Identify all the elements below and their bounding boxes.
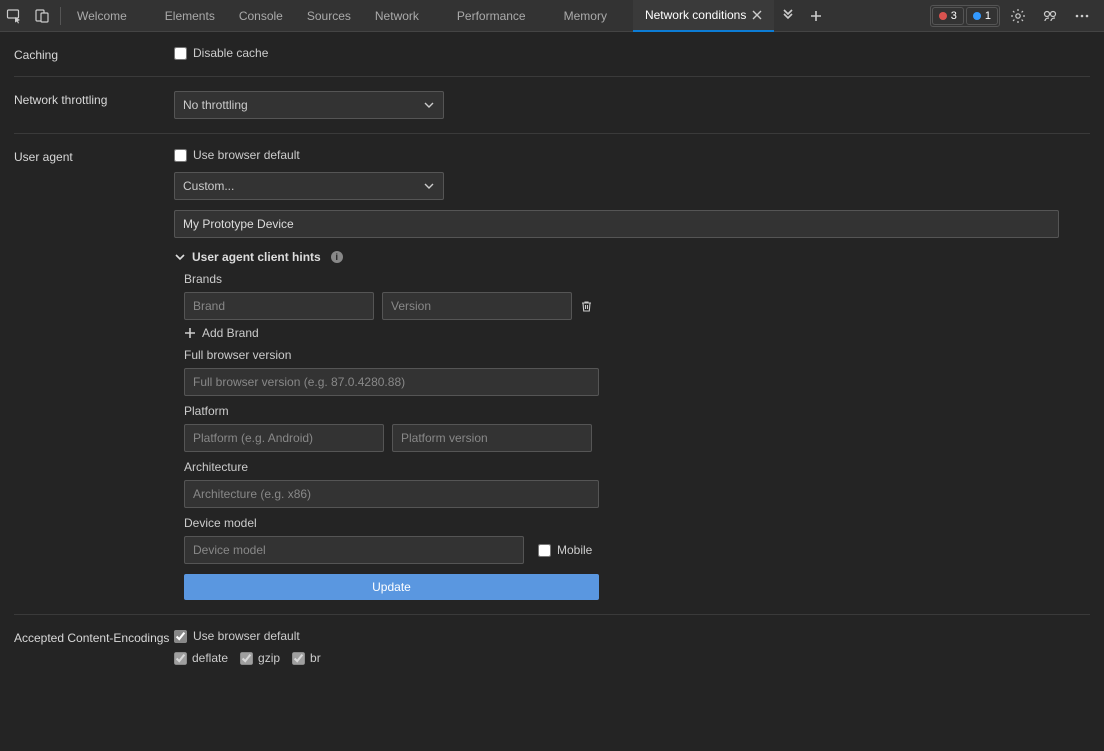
device-model-row: Mobile	[184, 536, 1090, 564]
disable-cache-checkbox-row[interactable]: Disable cache	[174, 46, 1090, 60]
tab-console[interactable]: Console	[227, 0, 295, 32]
ua-preset-select[interactable]: Custom...	[174, 172, 444, 200]
info-icon[interactable]: i	[331, 251, 343, 263]
deflate-label: deflate	[192, 651, 228, 665]
platform-row	[184, 424, 1090, 452]
tab-memory[interactable]: Memory	[552, 0, 619, 32]
user-agent-title: User agent	[14, 148, 174, 600]
topbar-right: 3 1	[930, 0, 1104, 32]
encodings-use-default-row[interactable]: Use browser default	[174, 629, 1090, 643]
encodings-title: Accepted Content-Encodings	[14, 629, 174, 665]
client-hints-section: User agent client hints i Brands	[174, 250, 1090, 600]
device-toggle-icon[interactable]	[28, 0, 56, 32]
add-brand-button[interactable]: Add Brand	[184, 326, 1090, 340]
throttling-title: Network throttling	[14, 91, 174, 119]
gzip-label: gzip	[258, 651, 280, 665]
tab-sources[interactable]: Sources	[295, 0, 363, 32]
gzip-checkbox[interactable]	[240, 652, 253, 665]
error-dot-icon	[939, 12, 947, 20]
console-counters[interactable]: 3 1	[930, 5, 1000, 27]
ua-use-default-checkbox[interactable]	[174, 149, 187, 162]
close-icon[interactable]	[752, 10, 762, 20]
brands-label: Brands	[184, 272, 1090, 286]
mobile-checkbox[interactable]	[538, 544, 551, 557]
update-button[interactable]: Update	[184, 574, 599, 600]
add-brand-label: Add Brand	[202, 326, 259, 340]
tab-welcome[interactable]: Welcome	[65, 0, 139, 32]
issues-badge[interactable]: 1	[966, 7, 998, 25]
br-checkbox[interactable]	[292, 652, 305, 665]
deflate-checkbox[interactable]	[174, 652, 187, 665]
trash-icon[interactable]	[580, 300, 596, 313]
throttling-select[interactable]: No throttling	[174, 91, 444, 119]
mobile-checkbox-row[interactable]: Mobile	[538, 543, 592, 557]
br-label: br	[310, 651, 321, 665]
chevron-down-icon	[423, 99, 435, 111]
disable-cache-label: Disable cache	[193, 46, 268, 60]
ua-string-input[interactable]	[174, 210, 1059, 238]
ua-use-default-label: Use browser default	[193, 148, 300, 162]
ua-use-default-row[interactable]: Use browser default	[174, 148, 1090, 162]
section-caching: Caching Disable cache	[14, 32, 1090, 77]
encodings-use-default-checkbox[interactable]	[174, 630, 187, 643]
tab-elements[interactable]: Elements	[153, 0, 227, 32]
section-encodings: Accepted Content-Encodings Use browser d…	[14, 615, 1090, 679]
platform-input[interactable]	[184, 424, 384, 452]
full-version-input[interactable]	[184, 368, 599, 396]
mobile-label: Mobile	[557, 543, 592, 557]
tab-network[interactable]: Network	[363, 0, 431, 32]
issue-dot-icon	[973, 12, 981, 20]
device-model-label: Device model	[184, 516, 1090, 530]
throttling-selected: No throttling	[183, 98, 248, 112]
tab-network-conditions[interactable]: Network conditions	[633, 0, 774, 32]
platform-label: Platform	[184, 404, 1090, 418]
platform-version-input[interactable]	[392, 424, 592, 452]
deflate-row[interactable]: deflate	[174, 651, 228, 665]
client-hints-header[interactable]: User agent client hints i	[174, 250, 1090, 264]
encodings-options: deflate gzip br	[174, 651, 1090, 665]
divider	[60, 7, 61, 25]
more-menu-icon[interactable]	[1068, 0, 1096, 32]
section-throttling: Network throttling No throttling	[14, 77, 1090, 134]
plus-icon	[184, 327, 196, 339]
feedback-icon[interactable]	[1036, 0, 1064, 32]
network-conditions-panel: Caching Disable cache Network throttling…	[0, 32, 1104, 751]
disable-cache-checkbox[interactable]	[174, 47, 187, 60]
chevron-down-icon	[423, 180, 435, 192]
add-tab-icon[interactable]	[802, 0, 830, 32]
ua-preset-selected: Custom...	[183, 179, 234, 193]
device-model-input[interactable]	[184, 536, 524, 564]
full-version-label: Full browser version	[184, 348, 1090, 362]
tabs-container: Welcome Elements Console Sources Network…	[65, 0, 930, 32]
more-tabs-icon[interactable]	[774, 0, 802, 32]
devtools-topbar: Welcome Elements Console Sources Network…	[0, 0, 1104, 32]
brand-row	[184, 292, 1090, 320]
encodings-use-default-label: Use browser default	[193, 629, 300, 643]
error-badge[interactable]: 3	[932, 7, 964, 25]
gzip-row[interactable]: gzip	[240, 651, 280, 665]
section-user-agent: User agent Use browser default Custom...…	[14, 134, 1090, 615]
settings-icon[interactable]	[1004, 0, 1032, 32]
brand-version-input[interactable]	[382, 292, 572, 320]
architecture-input[interactable]	[184, 480, 599, 508]
br-row[interactable]: br	[292, 651, 321, 665]
chevron-down-icon	[174, 251, 186, 263]
brand-input[interactable]	[184, 292, 374, 320]
inspect-icon[interactable]	[0, 0, 28, 32]
client-hints-title: User agent client hints	[192, 250, 321, 264]
caching-title: Caching	[14, 46, 174, 62]
architecture-label: Architecture	[184, 460, 1090, 474]
tab-performance[interactable]: Performance	[445, 0, 538, 32]
